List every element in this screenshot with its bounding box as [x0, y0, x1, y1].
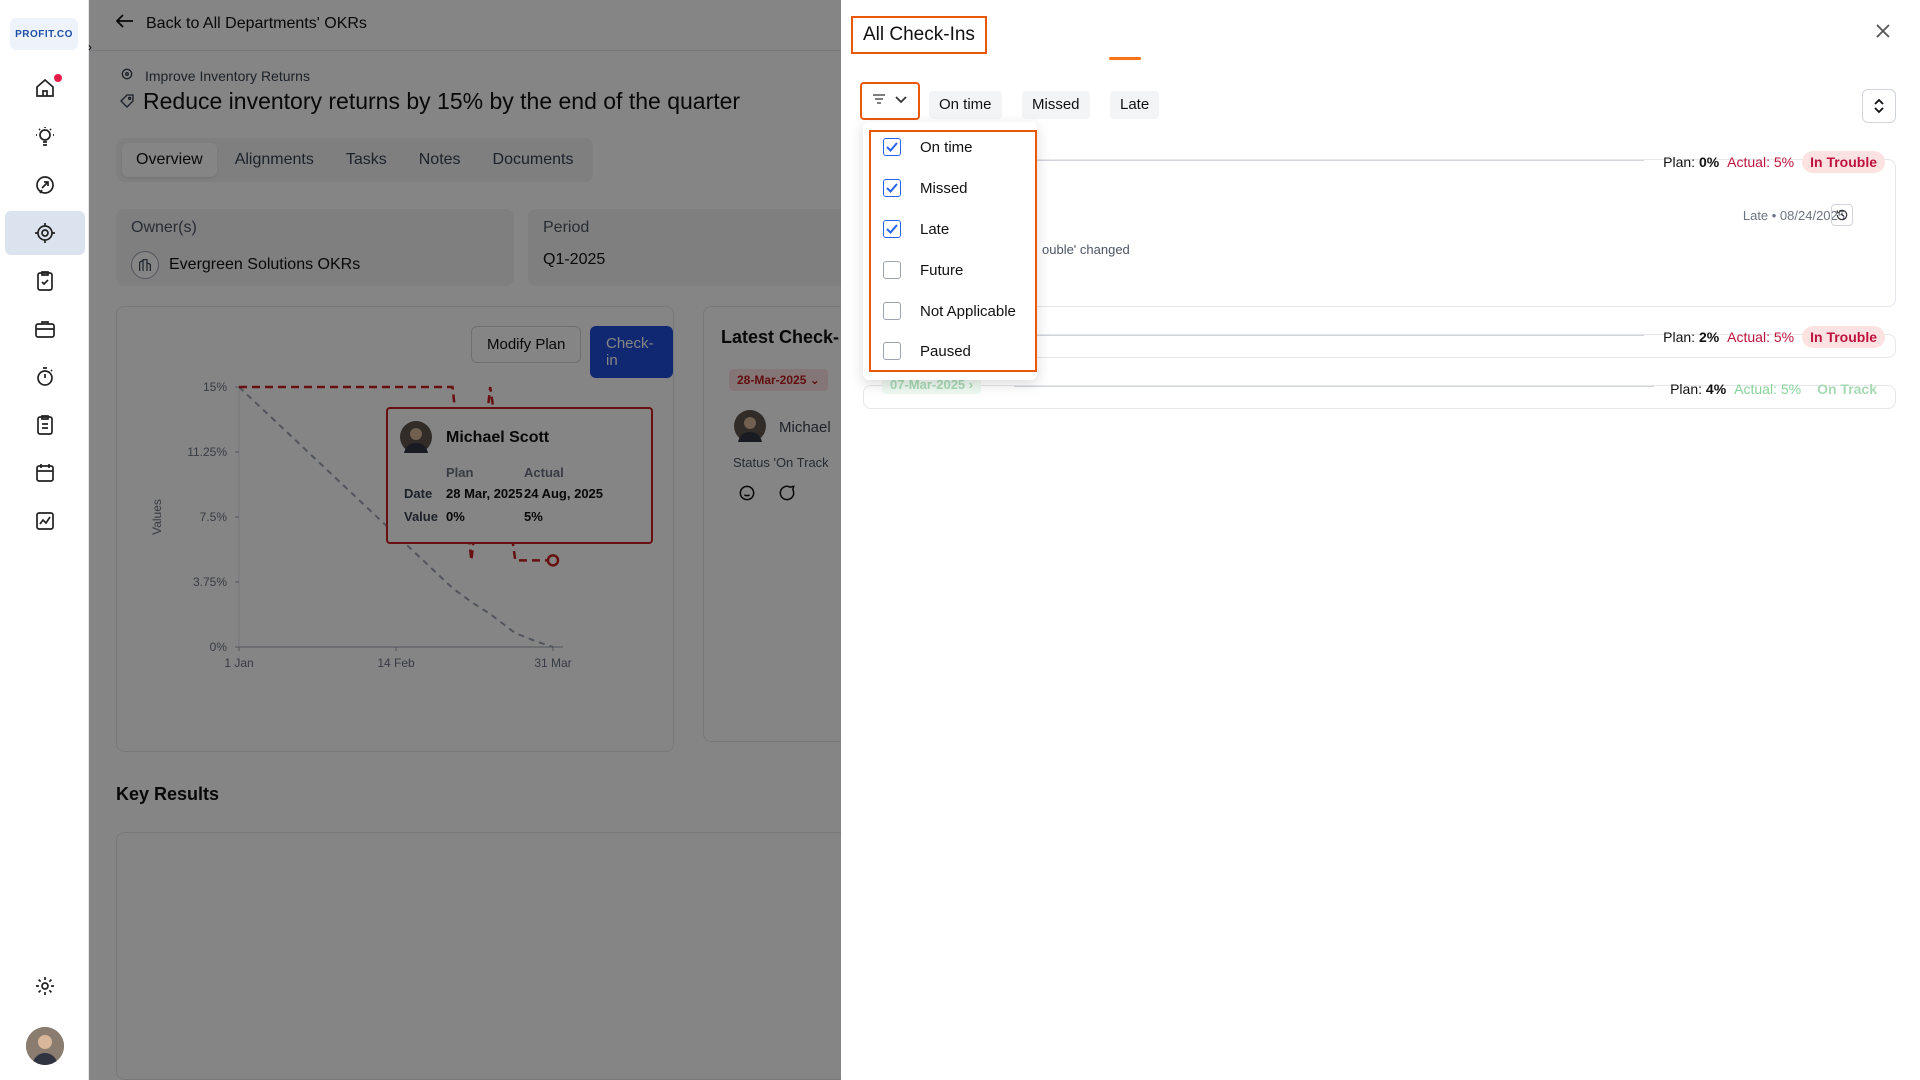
checklist-icon[interactable]	[5, 259, 85, 303]
actual-label: Actual:	[1727, 154, 1770, 170]
filter-option-late[interactable]: Late	[883, 220, 949, 238]
filter-option-label: Missed	[920, 179, 968, 197]
filter-option-paused[interactable]: Paused	[883, 342, 971, 360]
actual-label: Actual:	[1734, 381, 1777, 397]
status-filter-menu: On time Missed Late Future Not Applicabl…	[863, 122, 1037, 380]
filter-option-label: Paused	[920, 342, 971, 360]
calendar-icon[interactable]	[5, 451, 85, 495]
settings-gear-icon[interactable]	[5, 964, 85, 1008]
close-icon[interactable]	[1871, 19, 1895, 43]
sort-toggle-button[interactable]	[1862, 89, 1896, 123]
checkbox[interactable]	[883, 302, 901, 320]
check-in-description: ouble' changed	[1042, 242, 1130, 257]
filter-option-label: Not Applicable	[920, 302, 1016, 320]
home-icon[interactable]	[5, 66, 85, 110]
drawer-title: All Check-Ins	[851, 16, 987, 54]
divider	[1014, 335, 1644, 336]
analytics-icon[interactable]	[5, 499, 85, 543]
check-in-values: Plan: 2% Actual: 5% In Trouble	[1663, 326, 1885, 348]
check-in-values: Plan: 0% Actual: 5% In Trouble	[1663, 151, 1885, 173]
plan-value: Plan: 4%	[1670, 381, 1726, 397]
filter-icon	[872, 92, 886, 110]
plan-value: Plan: 0%	[1663, 154, 1719, 170]
actual-label: Actual:	[1727, 329, 1770, 345]
filter-option-missed[interactable]: Missed	[883, 179, 968, 197]
filter-option-future[interactable]: Future	[883, 261, 963, 279]
check-in-meta: Late • 08/24/2025	[1742, 208, 1845, 223]
plan-label: Plan:	[1663, 329, 1696, 345]
target-icon[interactable]	[5, 211, 85, 255]
check-in-item[interactable]: 07-Mar-2025 › Plan: 4% Actual: 5% On Tra…	[863, 375, 1896, 409]
actual-number: 5%	[1773, 329, 1795, 345]
plan-number: 4%	[1705, 381, 1727, 397]
briefcase-icon[interactable]	[5, 307, 85, 351]
notification-dot	[54, 74, 62, 82]
filter-option-label: Future	[920, 261, 964, 279]
filter-option-label: Late	[920, 220, 950, 238]
status-badge: On Track	[1817, 381, 1877, 397]
divider	[1014, 160, 1644, 161]
actual-value: Actual: 5%	[1734, 381, 1801, 397]
status-badge: In Trouble	[1802, 326, 1885, 348]
checkbox[interactable]	[883, 179, 901, 197]
checkbox[interactable]	[883, 342, 901, 360]
all-check-ins-drawer: All Check-Ins On time Missed Late Plan: …	[841, 0, 1920, 1080]
filter-dropdown-button[interactable]	[860, 82, 920, 120]
modal-backdrop[interactable]	[89, 0, 930, 1080]
filter-option-not-applicable[interactable]: Not Applicable	[883, 302, 1016, 320]
loading-indicator	[1109, 57, 1141, 60]
filter-chip-late[interactable]: Late	[1110, 91, 1160, 119]
profit-co-logo[interactable]: PROFIT.CO	[10, 18, 78, 50]
sidebar-nav: PROFIT.CO ›	[0, 0, 92, 1080]
filter-chip-on-time[interactable]: On time	[929, 91, 1002, 119]
plan-number: 0%	[1698, 154, 1720, 170]
filter-chip-missed[interactable]: Missed	[1022, 91, 1090, 119]
status-badge: In Trouble	[1802, 151, 1885, 173]
highlight-frame	[869, 130, 1037, 372]
rocket-icon[interactable]	[5, 163, 85, 207]
divider	[1014, 386, 1654, 387]
lightbulb-icon[interactable]	[5, 115, 85, 159]
checkbox[interactable]	[883, 220, 901, 238]
plan-number: 2%	[1698, 329, 1720, 345]
checkbox[interactable]	[883, 261, 901, 279]
plan-label: Plan:	[1663, 154, 1696, 170]
chevron-down-icon	[894, 92, 908, 110]
user-avatar[interactable]	[26, 1027, 64, 1065]
plan-value: Plan: 2%	[1663, 329, 1719, 345]
actual-number: 5%	[1780, 381, 1802, 397]
check-in-values: Plan: 4% Actual: 5% On Track	[1670, 378, 1885, 400]
actual-value: Actual: 5%	[1727, 329, 1794, 345]
plan-label: Plan:	[1670, 381, 1703, 397]
actual-number: 5%	[1773, 154, 1795, 170]
filter-option-label: On time	[920, 138, 973, 156]
history-icon[interactable]	[1831, 204, 1853, 226]
checkbox[interactable]	[883, 138, 901, 156]
clipboard-icon[interactable]	[5, 403, 85, 447]
stopwatch-icon[interactable]	[5, 355, 85, 399]
actual-value: Actual: 5%	[1727, 154, 1794, 170]
filter-option-on-time[interactable]: On time	[883, 138, 973, 156]
